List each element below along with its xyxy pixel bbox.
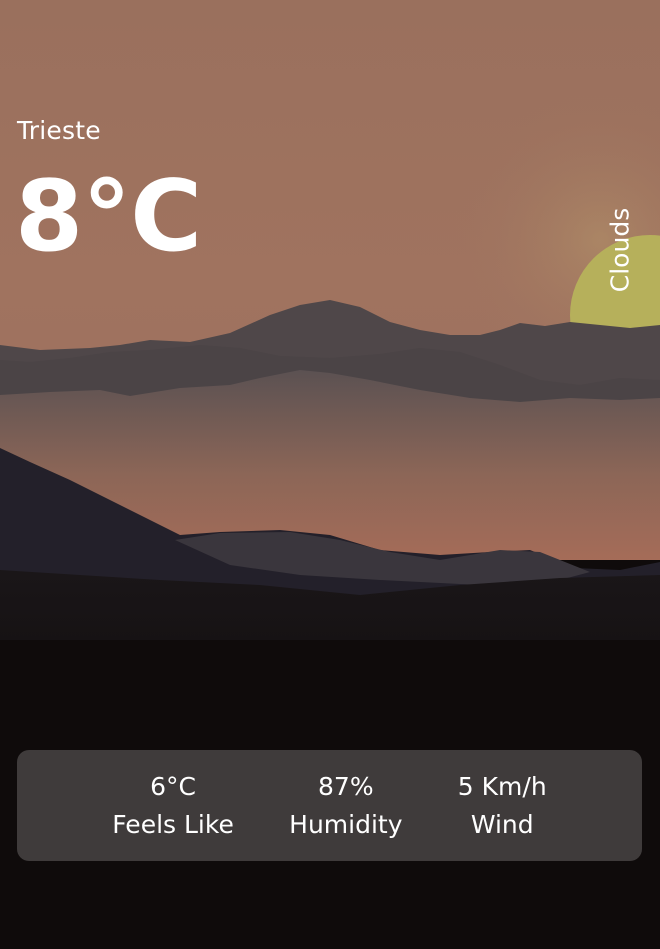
weather-stats-panel: 6°C Feels Like 87% Humidity 5 Km/h Wind <box>17 750 642 861</box>
weather-app: Trieste 8°C Clouds 6°C Feels Like 87% Hu… <box>0 0 660 949</box>
feels-like-stat: 6°C Feels Like <box>112 768 234 844</box>
humidity-value: 87% <box>318 771 374 801</box>
wind-value: 5 Km/h <box>457 771 547 801</box>
weather-condition: Clouds <box>605 207 635 293</box>
humidity-stat: 87% Humidity <box>289 768 402 844</box>
wind-label: Wind <box>470 809 534 839</box>
city-name: Trieste <box>17 116 101 145</box>
feels-like-value: 6°C <box>150 771 196 801</box>
wind-stat: 5 Km/h Wind <box>458 768 547 844</box>
humidity-label: Humidity <box>289 809 403 839</box>
feels-like-label: Feels Like <box>112 809 234 839</box>
current-temperature: 8°C <box>15 160 202 274</box>
